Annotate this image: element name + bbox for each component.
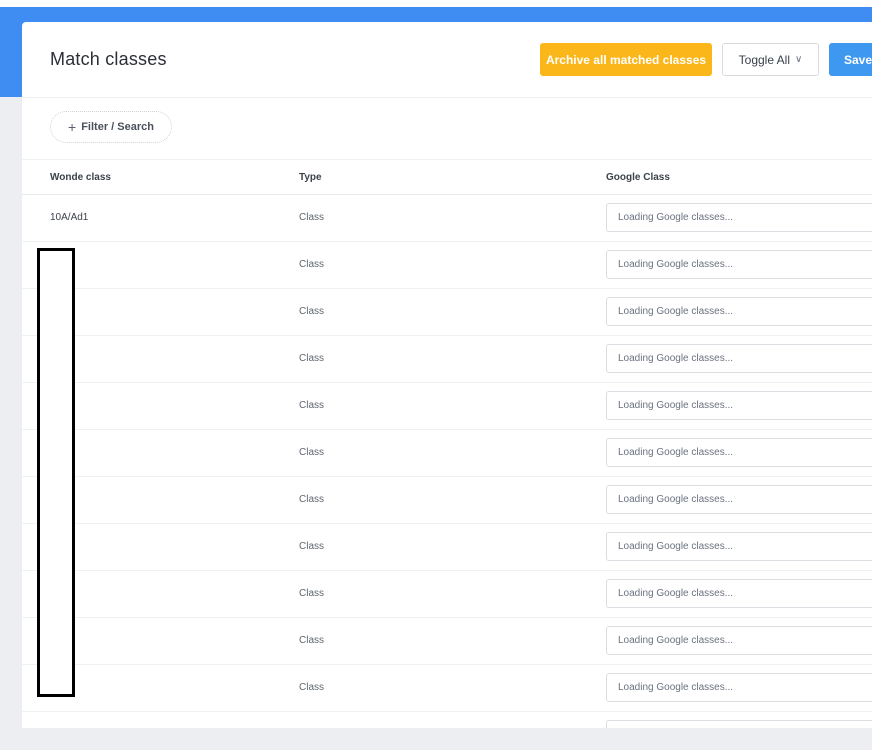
google-class-select[interactable]: Loading Google classes...	[606, 203, 872, 232]
type-cell: Class	[299, 682, 325, 693]
google-class-select[interactable]: Loading Google classes...	[606, 391, 872, 420]
table-row: e1ClassLoading Google classes...	[22, 665, 872, 712]
type-cell: Class	[299, 494, 325, 505]
type-cell: Class	[299, 306, 325, 317]
toggle-all-dropdown[interactable]: Toggle All ∨	[722, 43, 819, 76]
table-row: u1ClassLoading Google classes...	[22, 524, 872, 571]
type-cell: Class	[299, 353, 325, 364]
column-header-google-class: Google Class	[606, 172, 670, 183]
column-header-type: Type	[299, 172, 322, 183]
match-classes-panel: Match classes Archive all matched classe…	[22, 22, 872, 728]
filter-search-button[interactable]: + Filter / Search	[50, 111, 172, 143]
table-row: s1ClassLoading Google classes...	[22, 571, 872, 618]
type-cell: Class	[299, 541, 325, 552]
google-class-select[interactable]: Loading Google classes...	[606, 250, 872, 279]
table-row: 10A/Ad1 Class Loading Google classes...	[22, 195, 872, 242]
table-row: s1ClassLoading Google classes...	[22, 430, 872, 477]
wonde-class-cell: 10A/Ad1	[50, 212, 89, 223]
class-table-body: 10A/Ad1ClassLoading Google classes...s1C…	[22, 195, 872, 728]
filter-search-label: Filter / Search	[81, 121, 154, 133]
panel-header: Match classes Archive all matched classe…	[22, 22, 872, 98]
table-row: i1ClassLoading Google classes...	[22, 383, 872, 430]
redaction-box	[37, 248, 75, 697]
table-header: Wonde class Type Google Class	[22, 160, 872, 195]
type-cell: Class	[299, 447, 325, 458]
save-button[interactable]: Save	[829, 43, 872, 76]
google-class-select[interactable]: Loading Google classes...	[606, 344, 872, 373]
toggle-all-label: Toggle All	[738, 52, 791, 67]
table-row: s1ClassLoading Google classes...	[22, 242, 872, 289]
plus-icon: +	[68, 119, 77, 135]
column-header-wonde-class: Wonde class	[50, 172, 111, 183]
google-class-select[interactable]: Loading Google classes...	[606, 297, 872, 326]
type-cell: Class	[299, 212, 325, 223]
type-cell: Class	[299, 259, 325, 270]
table-row: s1ClassLoading Google classes...	[22, 477, 872, 524]
google-class-select[interactable]	[606, 720, 872, 728]
google-class-select[interactable]: Loading Google classes...	[606, 626, 872, 655]
page-title: Match classes	[50, 49, 167, 69]
google-class-select[interactable]: Loading Google classes...	[606, 579, 872, 608]
archive-all-matched-button[interactable]: Archive all matched classes	[540, 43, 712, 76]
table-row: b1ClassLoading Google classes...	[22, 618, 872, 665]
type-cell: Class	[299, 400, 325, 411]
table-row: r1ClassLoading Google classes...	[22, 289, 872, 336]
table-row: g1ClassLoading Google classes...	[22, 336, 872, 383]
google-class-select[interactable]: Loading Google classes...	[606, 673, 872, 702]
top-strip	[0, 0, 872, 7]
table-row	[22, 712, 872, 728]
google-class-select[interactable]: Loading Google classes...	[606, 485, 872, 514]
type-cell: Class	[299, 635, 325, 646]
filter-bar: + Filter / Search	[22, 98, 872, 160]
google-class-select[interactable]: Loading Google classes...	[606, 438, 872, 467]
type-cell: Class	[299, 588, 325, 599]
google-class-select[interactable]: Loading Google classes...	[606, 532, 872, 561]
chevron-down-icon: ∨	[795, 54, 803, 65]
